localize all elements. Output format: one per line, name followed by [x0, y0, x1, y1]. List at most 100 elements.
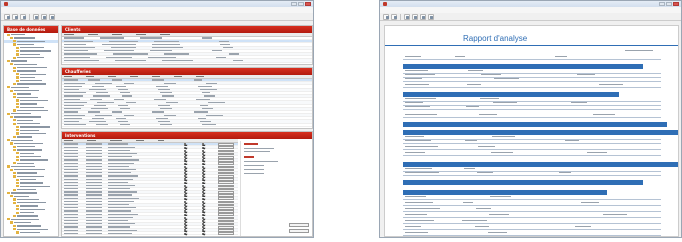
maximize-button[interactable] [666, 2, 672, 6]
table-cell [86, 210, 102, 212]
table-cell [64, 172, 78, 174]
folder-icon [16, 158, 19, 162]
report-field-rule [403, 199, 661, 200]
new-icon[interactable] [4, 13, 10, 20]
table-cell [202, 92, 210, 94]
tree-item-label [19, 205, 38, 207]
tree-item-label [16, 83, 46, 85]
table-cell [86, 175, 102, 177]
report-field-label [405, 98, 436, 100]
folder-icon [13, 69, 16, 72]
database-tree[interactable] [4, 33, 58, 234]
chaufferies-panel: Chaufferies [61, 67, 313, 129]
interventions-grid[interactable] [62, 143, 238, 236]
tree-item-label [19, 73, 46, 75]
table-cell [164, 53, 189, 55]
report-field-value [559, 172, 571, 174]
folder-icon [10, 142, 13, 145]
table-row[interactable] [62, 232, 238, 236]
row-button[interactable] [218, 232, 234, 236]
chaufferies-grid[interactable] [62, 79, 312, 127]
report-field-label [405, 214, 427, 216]
details-heading [244, 156, 254, 158]
zoom-icon[interactable] [427, 13, 434, 20]
table-cell [89, 120, 106, 123]
app-icon [4, 2, 8, 6]
table-row[interactable] [62, 59, 312, 63]
minimize-button[interactable] [659, 2, 665, 6]
table-cell [93, 95, 110, 97]
table-cell [108, 181, 128, 183]
table-cell [86, 156, 102, 158]
report-field-value [455, 56, 465, 58]
tree-item-label [19, 155, 41, 158]
table-cell [162, 95, 174, 97]
details-button[interactable] [289, 229, 309, 233]
table-cell [86, 162, 102, 164]
tree-item-label [10, 192, 37, 194]
table-cell [86, 168, 102, 171]
table-cell [86, 207, 102, 209]
title-bar [1, 1, 313, 7]
folder-icon [16, 106, 19, 109]
report-field-rule [403, 205, 661, 206]
table-row[interactable] [62, 124, 312, 127]
folder-icon [13, 162, 16, 165]
folder-icon [7, 165, 10, 168]
table-cell [64, 229, 78, 231]
tree-item-label [16, 66, 47, 69]
report-field-value [488, 232, 507, 234]
chaufferies-panel-title: Chaufferies [62, 68, 312, 75]
folder-icon [16, 129, 19, 132]
details-button[interactable] [289, 223, 309, 227]
table-cell [108, 210, 131, 212]
table-cell [223, 47, 233, 49]
report-field-label [405, 106, 430, 108]
previous-page-icon[interactable] [411, 13, 418, 20]
table-cell [108, 184, 135, 187]
table-cell [108, 143, 128, 145]
export-icon[interactable] [40, 13, 47, 20]
tree-item-label [16, 215, 38, 217]
close-button[interactable] [305, 2, 311, 6]
print-icon[interactable] [32, 13, 39, 20]
tree-item-label [13, 63, 37, 65]
table-cell [202, 124, 216, 126]
settings-icon[interactable] [48, 13, 55, 20]
report-field-rule [403, 143, 661, 144]
close-button[interactable] [673, 2, 679, 6]
details-line [244, 148, 274, 150]
folder-icon [16, 76, 19, 79]
folder-icon [10, 36, 13, 40]
report-field-label [405, 168, 432, 170]
export-icon[interactable] [391, 13, 397, 20]
checkbox[interactable] [202, 232, 205, 235]
tree-item-label [10, 34, 25, 36]
first-page-icon[interactable] [403, 13, 410, 20]
table-cell [64, 79, 78, 81]
save-icon[interactable] [20, 13, 26, 20]
table-cell [86, 146, 102, 148]
print-icon[interactable] [383, 13, 389, 20]
report-field-value [599, 84, 623, 86]
clients-grid[interactable] [62, 37, 312, 63]
tree-item[interactable] [4, 231, 58, 234]
table-cell [64, 207, 78, 209]
minimize-button[interactable] [291, 2, 297, 6]
table-cell [108, 168, 136, 171]
table-cell [64, 59, 99, 62]
tree-item-label [16, 188, 36, 191]
table-cell [64, 89, 79, 91]
next-page-icon[interactable] [419, 13, 426, 20]
table-cell [64, 197, 78, 199]
table-cell [64, 104, 84, 107]
checkbox[interactable] [184, 232, 187, 235]
tree-item-label [10, 139, 33, 141]
tree-item-label [19, 152, 34, 154]
maximize-button[interactable] [298, 2, 304, 6]
open-icon[interactable] [12, 13, 18, 20]
folder-icon [13, 66, 16, 69]
table-cell [152, 111, 164, 113]
report-field-label [405, 114, 437, 116]
folder-icon [13, 40, 16, 43]
